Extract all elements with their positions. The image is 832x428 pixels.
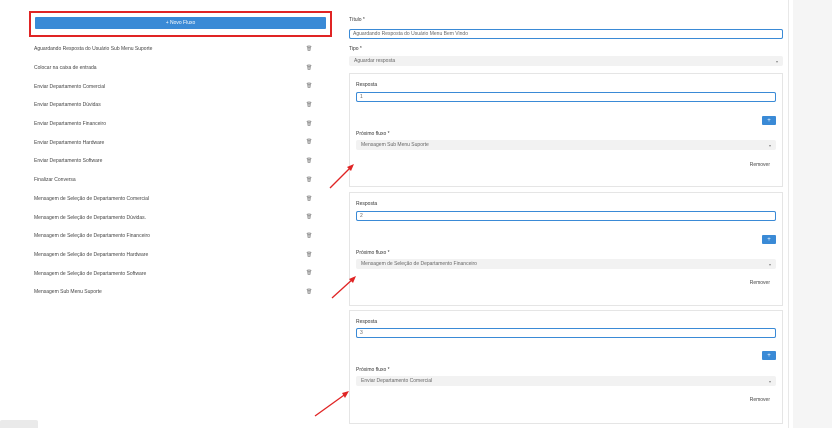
list-item[interactable]: Mensagem de Seleção de Departamento Fina…	[28, 227, 334, 246]
next-flow-value: Mensagem de Seleção de Departamento Fina…	[361, 261, 477, 267]
type-label: Tipo *	[349, 46, 362, 52]
add-response-button[interactable]: +	[762, 116, 776, 125]
trash-icon[interactable]: 🗑	[306, 196, 312, 202]
list-item[interactable]: Enviar Departamento Financeiro 🗑	[28, 115, 334, 134]
response-input[interactable]: 3	[356, 328, 776, 338]
next-flow-select[interactable]: Enviar Departamento Comercial ▾	[356, 376, 776, 386]
scrollbar-track[interactable]	[793, 0, 832, 428]
trash-icon[interactable]: 🗑	[306, 65, 312, 71]
flow-name: Colocar na caixa de entrada	[34, 65, 97, 72]
flow-list: Aguardando Resposta do Usuário Sub Menu …	[28, 40, 334, 302]
plus-icon: +	[767, 236, 771, 243]
red-arrow-annotation	[329, 164, 354, 189]
chevron-down-icon: ▾	[768, 378, 771, 384]
plus-icon: +	[767, 117, 771, 124]
list-item[interactable]: Enviar Departamento Hardware 🗑	[28, 133, 334, 152]
response-input[interactable]: 1	[356, 92, 776, 102]
flow-name: Mensagem de Seleção de Departamento Fina…	[34, 233, 150, 240]
next-flow-label: Próximo fluxo *	[356, 250, 390, 256]
remove-button[interactable]: Remover	[750, 162, 770, 168]
response-label: Resposta	[356, 82, 378, 88]
trash-icon[interactable]: 🗑	[306, 46, 312, 52]
new-flow-highlight-box: + Novo Fluxo	[29, 11, 332, 37]
trash-icon[interactable]: 🗑	[306, 83, 312, 89]
trash-icon[interactable]: 🗑	[306, 139, 312, 145]
add-response-button[interactable]: +	[762, 235, 776, 244]
next-flow-value: Enviar Departamento Comercial	[361, 378, 433, 384]
flow-name: Enviar Departamento Comercial	[34, 83, 106, 90]
type-select[interactable]: Aguardar resposta ▾	[349, 56, 783, 66]
title-label: Título *	[349, 17, 365, 23]
red-arrow-annotation	[331, 276, 356, 299]
trash-icon[interactable]: 🗑	[306, 252, 312, 258]
list-item[interactable]: Finalizar Conversa 🗑	[28, 171, 334, 190]
list-item[interactable]: Enviar Departamento Dúvidas 🗑	[28, 96, 334, 115]
list-item[interactable]: Enviar Departamento Software 🗑	[28, 152, 334, 171]
chevron-down-icon: ▾	[775, 58, 778, 64]
next-flow-select[interactable]: Mensagem Sub Menu Suporte ▾	[356, 140, 776, 150]
list-item[interactable]: Aguardando Resposta do Usuário Sub Menu …	[28, 40, 334, 59]
trash-icon[interactable]: 🗑	[306, 289, 312, 295]
bottom-tab[interactable]	[0, 420, 38, 428]
content-divider	[788, 0, 789, 428]
list-item[interactable]: Colocar na caixa de entrada 🗑	[28, 59, 334, 78]
response-label: Resposta	[356, 201, 378, 207]
response-label: Resposta	[356, 319, 378, 325]
type-select-value: Aguardar resposta	[354, 58, 396, 64]
add-response-button[interactable]: +	[762, 351, 776, 360]
red-arrow-annotation	[314, 391, 349, 417]
next-flow-label: Próximo fluxo *	[356, 131, 390, 137]
response-input[interactable]: 2	[356, 211, 776, 221]
remove-button[interactable]: Remover	[750, 397, 770, 403]
next-flow-label: Próximo fluxo *	[356, 367, 390, 373]
list-item[interactable]: Mensagem de Seleção de Departamento Soft…	[28, 264, 334, 283]
flow-name: Enviar Departamento Financeiro	[34, 121, 106, 128]
flow-name: Mensagem Sub Menu Suporte	[34, 289, 102, 296]
trash-icon[interactable]: 🗑	[306, 214, 312, 220]
list-item[interactable]: Mensagem de Seleção de Departamento Come…	[28, 190, 334, 209]
trash-icon[interactable]: 🗑	[306, 270, 312, 276]
flow-name: Mensagem de Seleção de Departamento Soft…	[34, 270, 147, 277]
list-item[interactable]: Mensagem de Seleção de Departamento Dúvi…	[28, 208, 334, 227]
next-flow-select[interactable]: Mensagem de Seleção de Departamento Fina…	[356, 259, 776, 269]
trash-icon[interactable]: 🗑	[306, 233, 312, 239]
response-card: Resposta 2 + Próximo fluxo * Mensagem de…	[349, 192, 783, 306]
flow-name: Mensagem de Seleção de Departamento Hard…	[34, 251, 149, 258]
trash-icon[interactable]: 🗑	[306, 158, 312, 164]
trash-icon[interactable]: 🗑	[306, 102, 312, 108]
title-input[interactable]: Aguardando Resposta do Usuário Menu Bem …	[349, 29, 783, 39]
remove-button[interactable]: Remover	[750, 280, 770, 286]
flow-name: Enviar Departamento Software	[34, 158, 103, 165]
flow-name: Mensagem de Seleção de Departamento Dúvi…	[34, 214, 147, 221]
flow-name: Enviar Departamento Dúvidas	[34, 102, 101, 109]
next-flow-value: Mensagem Sub Menu Suporte	[361, 142, 429, 148]
flow-name: Mensagem de Seleção de Departamento Come…	[34, 195, 150, 202]
plus-icon: +	[767, 352, 771, 359]
new-flow-button[interactable]: + Novo Fluxo	[35, 17, 326, 29]
trash-icon[interactable]: 🗑	[306, 121, 312, 127]
list-item[interactable]: Mensagem de Seleção de Departamento Hard…	[28, 246, 334, 265]
response-card: Resposta 3 + Próximo fluxo * Enviar Depa…	[349, 310, 783, 424]
flow-name: Enviar Departamento Hardware	[34, 139, 105, 146]
trash-icon[interactable]: 🗑	[306, 177, 312, 183]
flow-name: Aguardando Resposta do Usuário Sub Menu …	[34, 46, 153, 53]
list-item[interactable]: Enviar Departamento Comercial 🗑	[28, 77, 334, 96]
response-card: Resposta 1 + Próximo fluxo * Mensagem Su…	[349, 73, 783, 187]
flow-name: Finalizar Conversa	[34, 177, 76, 184]
chevron-down-icon: ▾	[768, 261, 771, 267]
list-item[interactable]: Mensagem Sub Menu Suporte 🗑	[28, 283, 334, 302]
chevron-down-icon: ▾	[768, 142, 771, 148]
